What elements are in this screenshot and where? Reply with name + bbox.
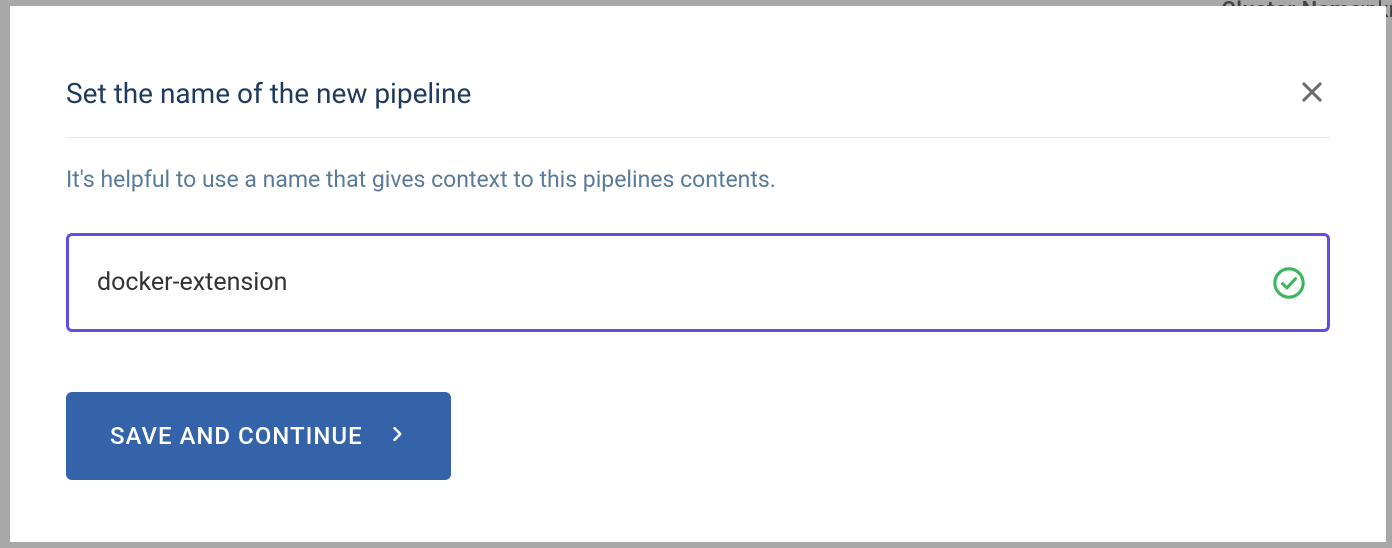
save-continue-button[interactable]: SAVE AND CONTINUE [66, 392, 451, 480]
new-pipeline-modal: Set the name of the new pipeline It's he… [10, 6, 1386, 542]
save-button-label: SAVE AND CONTINUE [110, 422, 363, 450]
chevron-right-icon [387, 422, 407, 450]
pipeline-name-input[interactable] [66, 233, 1330, 332]
close-button[interactable] [1294, 74, 1330, 113]
modal-header: Set the name of the new pipeline [66, 74, 1330, 138]
pipeline-name-input-wrapper [66, 233, 1330, 332]
modal-subtitle: It's helpful to use a name that gives co… [66, 166, 1330, 193]
modal-title: Set the name of the new pipeline [66, 77, 471, 110]
close-icon [1298, 78, 1326, 109]
valid-check-icon [1272, 266, 1306, 300]
